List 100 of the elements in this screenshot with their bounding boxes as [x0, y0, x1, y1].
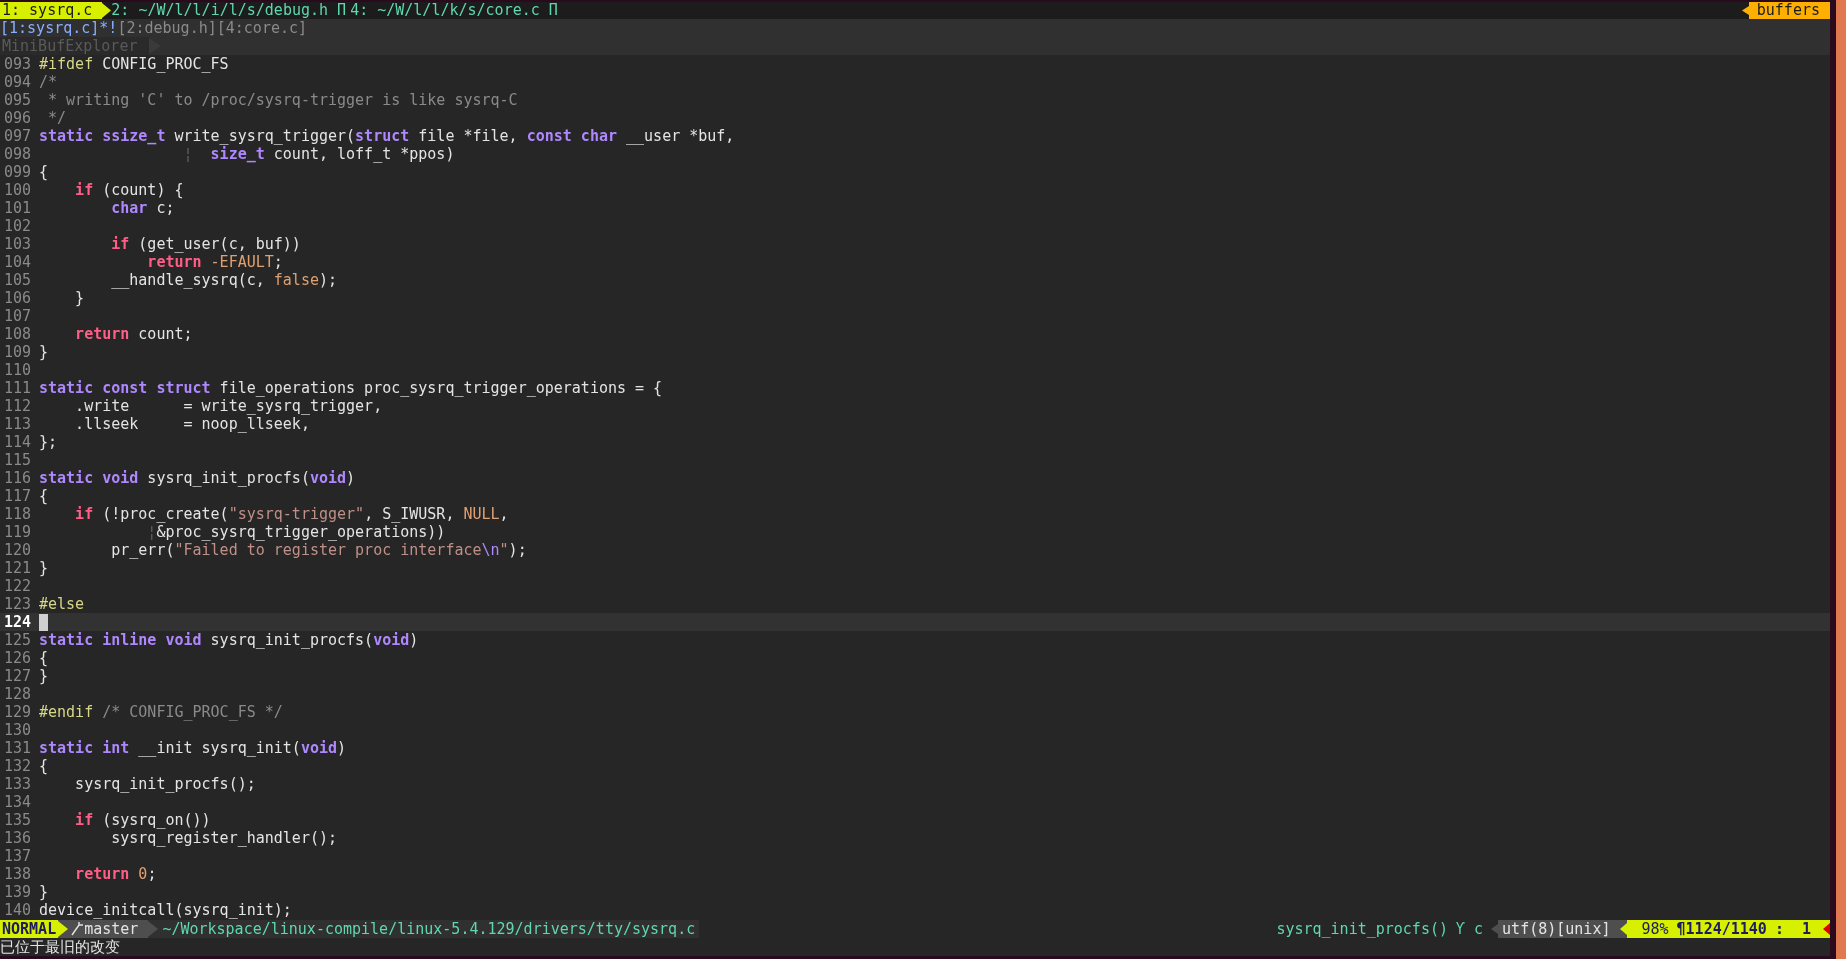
- line-number: 101: [2, 199, 31, 217]
- line-number: 115: [2, 451, 31, 469]
- column-position: : 1: [1774, 920, 1811, 938]
- line-number: 129: [2, 703, 31, 721]
- line-number: 118: [2, 505, 31, 523]
- line-number: 107: [2, 307, 31, 325]
- code-line: __handle_sysrq(c, false);: [110, 271, 338, 289]
- line-position: ¶1124/1140: [1676, 920, 1767, 938]
- branch-name: master: [84, 920, 139, 938]
- line-number: 113: [2, 415, 31, 433]
- code-line: */: [47, 109, 67, 127]
- code-line: static const struct file_operations proc_sysrq_trigger_operations = {: [39, 379, 663, 397]
- code-line: {: [39, 757, 49, 775]
- code-line: device_initcall(sysrq_init);: [39, 901, 292, 919]
- line-number: 124: [2, 613, 31, 631]
- code-line: }: [74, 289, 85, 307]
- line-number: 097: [2, 127, 31, 145]
- tab[interactable]: 2: ~/W/l/l/i/l/s/debug.h Π: [111, 2, 351, 19]
- line-number: 133: [2, 775, 31, 793]
- file-path: ~/Workspace/linux-compile/linux-5.4.129/drivers/tty/sysrq.c: [158, 920, 700, 938]
- code-line: sysrq_register_handler();: [110, 829, 337, 847]
- tab[interactable]: 4: ~/W/l/l/k/s/core.c Π: [350, 2, 562, 19]
- code-line: }: [39, 667, 49, 685]
- line-number: 121: [2, 559, 31, 577]
- line-number: 127: [2, 667, 31, 685]
- line-number: 128: [2, 685, 31, 703]
- line-number: 117: [2, 487, 31, 505]
- line-number: 110: [2, 361, 31, 379]
- line-number: 125: [2, 631, 31, 649]
- branch-icon: [70, 921, 85, 937]
- line-number: 139: [2, 883, 31, 901]
- line-number: 131: [2, 739, 31, 757]
- buffer-item[interactable]: [4:core.c]: [216, 19, 308, 37]
- line-number: 134: [2, 793, 31, 811]
- line-number: 096: [2, 109, 31, 127]
- buffer-item[interactable]: [2:debug.h]: [117, 19, 217, 37]
- line-number: 114: [2, 433, 31, 451]
- code-line: if (count) {: [74, 181, 184, 199]
- code-line: }: [39, 883, 49, 901]
- code-line: static ssize_t write_sysrq_trigger(struct file *file, const char __user *buf,: [39, 127, 735, 145]
- line-number: 112: [2, 397, 31, 415]
- code-line: pr_err("Failed to register proc interface\n");: [110, 541, 527, 559]
- code-line: return -EFAULT;: [146, 253, 283, 271]
- line-number: 119: [2, 523, 31, 541]
- code-line: static void sysrq_init_procfs(void): [39, 469, 356, 487]
- line-number: 120: [2, 541, 31, 559]
- code-line: if (get_user(c, buf)): [110, 235, 301, 253]
- line-number: 140: [2, 901, 31, 919]
- line-number: 105: [2, 271, 31, 289]
- line-number: 095: [2, 91, 31, 109]
- line-number: 108: [2, 325, 31, 343]
- code-line: }: [39, 559, 49, 577]
- line-number: 099: [2, 163, 31, 181]
- code-line: return 0;: [74, 865, 157, 883]
- line-number: 137: [2, 847, 31, 865]
- code-line: ¦&proc_sysrq_trigger_operations)): [146, 523, 446, 541]
- code-line: .llseek = noop_llseek,: [74, 415, 310, 433]
- line-number: 103: [2, 235, 31, 253]
- line-number: 093: [2, 55, 31, 73]
- line-number: 102: [2, 217, 31, 235]
- line-number: 109: [2, 343, 31, 361]
- code-line: {: [39, 649, 49, 667]
- line-number: 106: [2, 289, 31, 307]
- line-number: 130: [2, 721, 31, 739]
- function-name: sysrq_init_procfs(): [1276, 920, 1449, 938]
- line-number: 111: [2, 379, 31, 397]
- code-line: #ifdef CONFIG_PROC_FS: [39, 55, 229, 73]
- code-line: ¦ size_t count, loff_t *ppos): [182, 145, 455, 163]
- code-line: }: [39, 343, 49, 361]
- code-line: char c;: [110, 199, 175, 217]
- line-number: 132: [2, 757, 31, 775]
- code-line: if (!proc_create("sysrq-trigger", S_IWUSR, NULL,: [74, 505, 509, 523]
- buffer-item[interactable]: [1:sysrq.c]*!: [0, 19, 118, 37]
- code-line: .write = write_sysrq_trigger,: [74, 397, 383, 415]
- line-number: 122: [2, 577, 31, 595]
- code-line: };: [39, 433, 58, 451]
- line-number: 135: [2, 811, 31, 829]
- line-number: 094: [2, 73, 31, 91]
- line-number: 138: [2, 865, 31, 883]
- code-line: if (sysrq_on()): [74, 811, 211, 829]
- code-line: static int __init sysrq_init(void): [39, 739, 347, 757]
- code-line: return count;: [74, 325, 193, 343]
- file-type: Ƴ c: [1456, 920, 1485, 938]
- cursor: [39, 613, 48, 631]
- line-number: 136: [2, 829, 31, 847]
- scroll-percent: 98%: [1641, 920, 1669, 938]
- code-line: #else: [39, 595, 85, 613]
- line-number: 104: [2, 253, 31, 271]
- line-number: 100: [2, 181, 31, 199]
- line-number: 116: [2, 469, 31, 487]
- line-number: 126: [2, 649, 31, 667]
- code-line: {: [39, 487, 49, 505]
- code-line: #endif /* CONFIG_PROC_FS */: [39, 703, 283, 721]
- code-line: static inline void sysrq_init_procfs(void): [39, 631, 419, 649]
- line-number: 098: [2, 145, 31, 163]
- code-line: * writing 'C' to /proc/sysrq-trigger is like sysrq-C: [47, 91, 518, 109]
- code-line: {: [39, 163, 49, 181]
- line-number: 123: [2, 595, 31, 613]
- code-line: sysrq_init_procfs();: [74, 775, 256, 793]
- code-line: /*: [39, 73, 58, 91]
